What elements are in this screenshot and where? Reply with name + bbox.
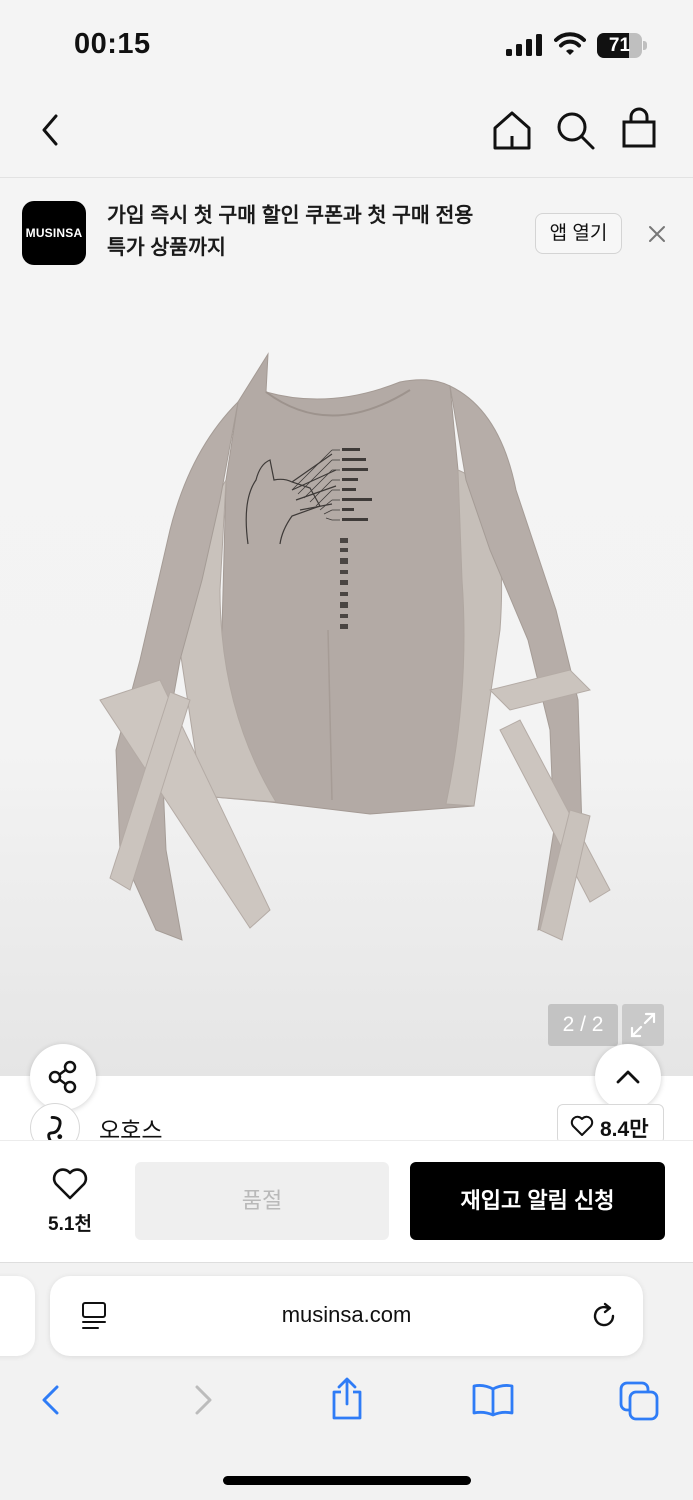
scroll-top-button[interactable] xyxy=(595,1044,661,1110)
battery-percent: 71 xyxy=(608,35,631,56)
reload-icon[interactable] xyxy=(588,1300,620,1332)
search-icon[interactable] xyxy=(551,106,599,154)
nav-divider xyxy=(0,177,693,178)
home-icon[interactable] xyxy=(488,106,536,154)
bookmarks-icon[interactable] xyxy=(470,1382,516,1418)
brand-like-count: 8.4만 xyxy=(600,1118,649,1141)
product-like-count: 5.1천 xyxy=(48,1214,92,1235)
browser-forward-icon xyxy=(195,1385,212,1415)
promo-text-line2: 특가 상품까지 xyxy=(107,236,226,259)
sold-out-button: 품절 xyxy=(135,1162,389,1240)
heart-icon xyxy=(570,1115,594,1136)
previous-tab-preview[interactable] xyxy=(0,1276,35,1356)
home-indicator xyxy=(223,1476,471,1485)
shopping-bag-icon[interactable] xyxy=(615,106,663,154)
promo-text-line1: 가입 즉시 첫 구매 할인 쿠폰과 첫 구매 전용 xyxy=(107,204,474,227)
heart-icon[interactable] xyxy=(51,1166,89,1202)
image-counter: 2 / 2 xyxy=(548,1004,618,1046)
status-time: 00:15 xyxy=(74,28,151,60)
url-text[interactable]: musinsa.com xyxy=(50,1302,643,1328)
musinsa-logo: MUSINSA xyxy=(22,201,86,265)
open-app-button[interactable]: 앱 열기 xyxy=(535,213,622,254)
share-button[interactable] xyxy=(30,1044,96,1110)
chevron-up-icon xyxy=(616,1070,640,1084)
tabs-icon[interactable] xyxy=(618,1380,660,1422)
promo-text: 가입 즉시 첫 구매 할인 쿠폰과 첫 구매 전용 특가 상품까지 xyxy=(107,200,517,264)
restock-alert-button[interactable]: 재입고 알림 신청 xyxy=(410,1162,665,1240)
share-sheet-icon[interactable] xyxy=(328,1376,366,1422)
browser-back-icon[interactable] xyxy=(34,1382,70,1418)
battery-indicator: 71 xyxy=(597,33,647,58)
brand-like-button[interactable]: 8.4만 xyxy=(557,1104,664,1144)
close-icon[interactable] xyxy=(644,221,670,247)
share-icon xyxy=(48,1060,77,1094)
wifi-icon xyxy=(554,32,586,55)
cellular-signal-icon xyxy=(506,34,542,56)
expand-icon[interactable] xyxy=(622,1004,664,1046)
back-arrow-icon[interactable] xyxy=(28,106,76,154)
product-image xyxy=(99,352,611,941)
